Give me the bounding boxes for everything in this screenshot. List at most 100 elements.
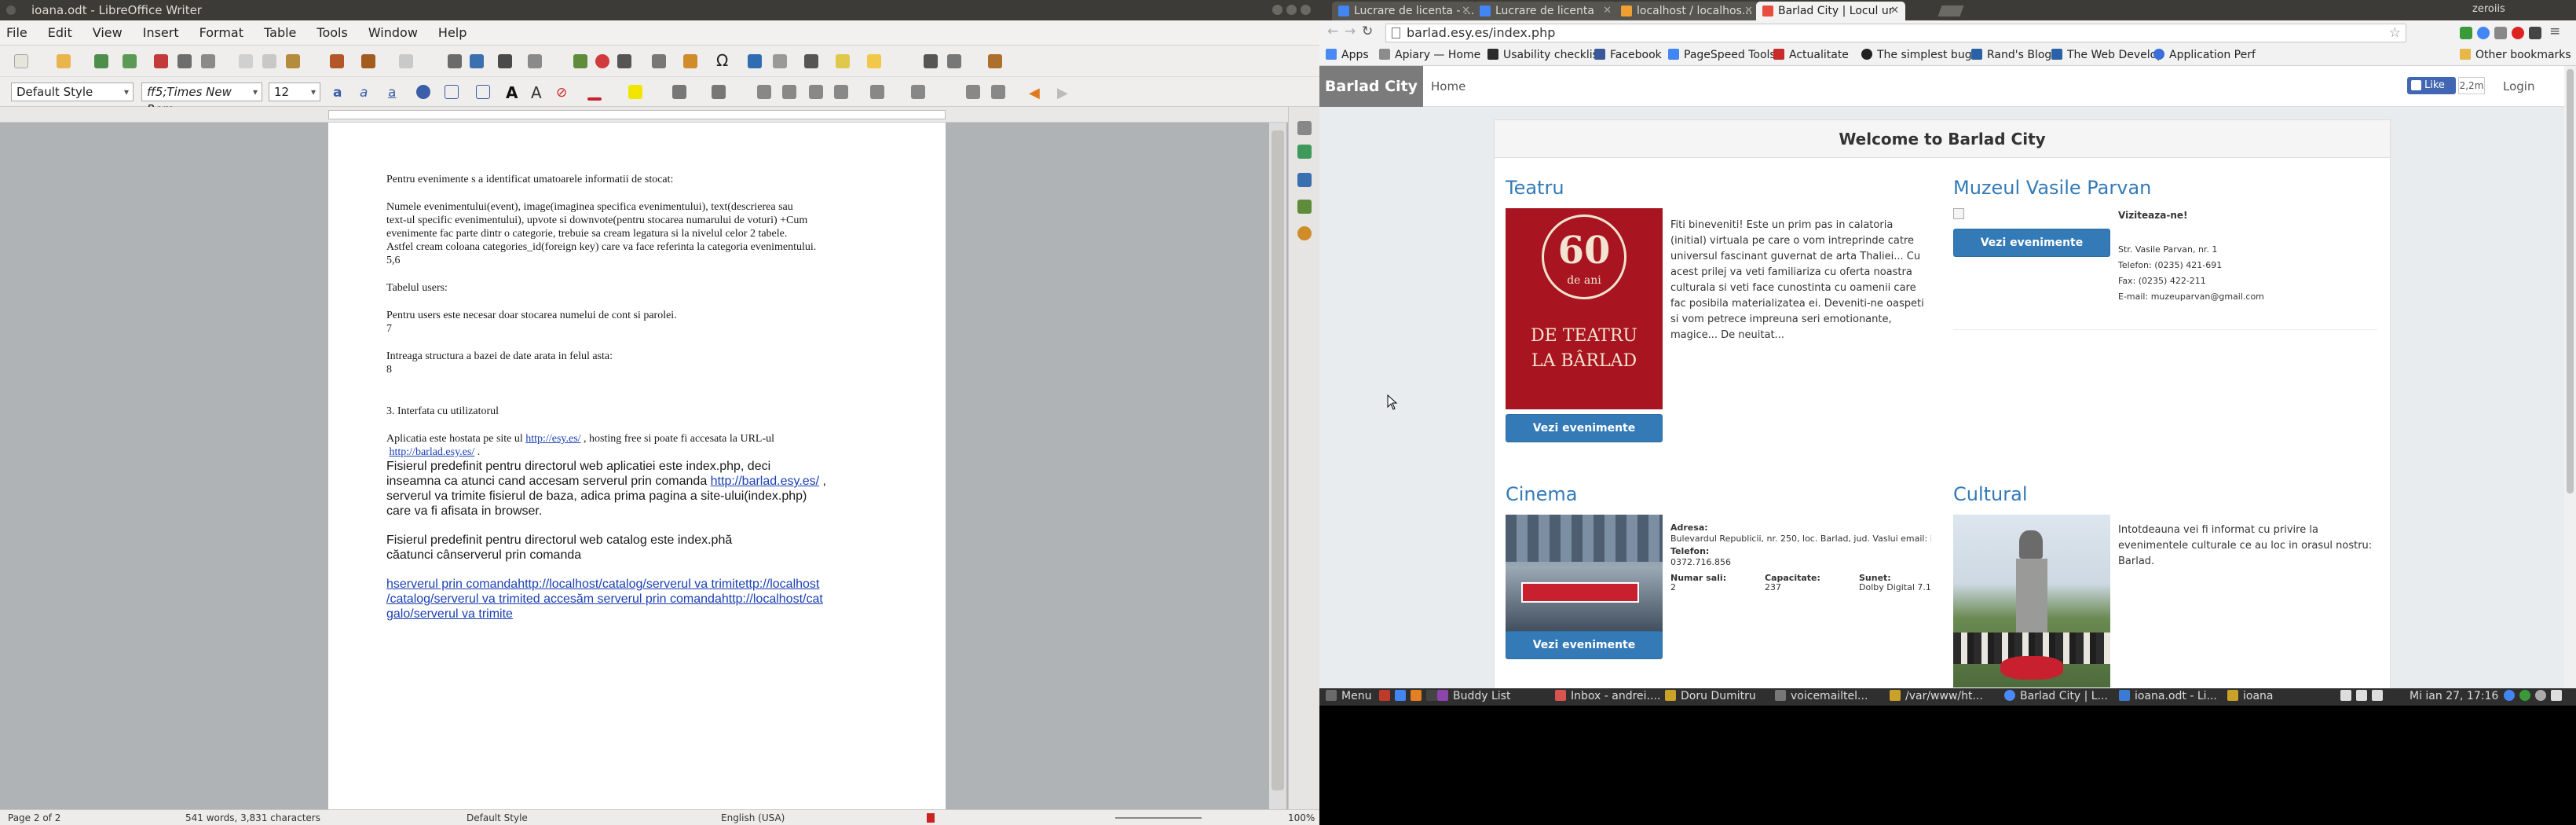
- menu-table[interactable]: Table: [264, 25, 296, 40]
- draw-functions-icon[interactable]: [988, 54, 1002, 68]
- muzeu-events-button[interactable]: Vezi evenimente: [1953, 229, 2110, 257]
- insert-textbox-icon[interactable]: [617, 54, 631, 68]
- bookmark-item[interactable]: PageSpeed Tools: [1668, 49, 1776, 61]
- bookmark-apps[interactable]: Apps: [1326, 49, 1369, 61]
- taskbar-item[interactable]: /var/www/ht...: [1890, 690, 1983, 702]
- open-folder-icon[interactable]: [57, 54, 71, 68]
- menu-format[interactable]: Format: [199, 25, 243, 40]
- taskbar-item[interactable]: Barlad City | L...: [2004, 690, 2108, 702]
- browser-tab-active[interactable]: Barlad City | Locul ur ✕: [1756, 2, 1905, 20]
- insert-comment-icon[interactable]: [804, 54, 818, 68]
- zoom-level[interactable]: 100%: [1288, 812, 1315, 823]
- sidebar-properties-icon[interactable]: [1297, 121, 1312, 135]
- font-name-select[interactable]: ff5;Times New Rom: [141, 82, 262, 116]
- opera-icon[interactable]: [2512, 27, 2524, 39]
- menu-view[interactable]: View: [93, 25, 123, 40]
- facebook-like-button[interactable]: Like: [2407, 77, 2456, 94]
- taskbar-item[interactable]: Doru Dumitru: [1665, 690, 1756, 702]
- save-icon[interactable]: [94, 54, 108, 68]
- insert-page-break-icon[interactable]: [652, 54, 666, 68]
- window-controls[interactable]: [1272, 5, 1312, 16]
- menu-edit[interactable]: Edit: [48, 25, 72, 40]
- back-icon[interactable]: ←: [1327, 24, 1338, 39]
- numbering-icon[interactable]: [712, 85, 726, 99]
- browser-tab[interactable]: Lucrare de licenta - ... ✕: [1332, 2, 1476, 20]
- menu-insert[interactable]: Insert: [143, 25, 179, 40]
- highlight-icon[interactable]: [628, 85, 642, 99]
- teatru-title[interactable]: Teatru: [1506, 177, 1564, 199]
- save-remote-icon[interactable]: [123, 54, 137, 68]
- bookmark-item[interactable]: Application Perf: [2153, 49, 2256, 61]
- horizontal-ruler[interactable]: [0, 107, 1288, 123]
- character-icon[interactable]: [416, 85, 430, 99]
- close-icon[interactable]: ✕: [1462, 2, 1470, 20]
- taskbar-item[interactable]: ioana: [2227, 690, 2274, 702]
- insert-hyperlink-icon[interactable]: [748, 54, 762, 68]
- taskbar-item[interactable]: Inbox - andrei....: [1555, 690, 1660, 702]
- menu-help[interactable]: Help: [438, 25, 467, 40]
- align-left-icon[interactable]: [757, 85, 771, 99]
- muzeu-title[interactable]: Muzeul Vasile Parvan: [1953, 177, 2151, 199]
- site-brand[interactable]: Barlad City: [1319, 66, 1423, 107]
- doc-link[interactable]: http://barlad.esy.es/: [390, 446, 475, 458]
- star-icon[interactable]: ☆: [2389, 24, 2401, 42]
- paragraph-spacing-icon[interactable]: [911, 85, 925, 99]
- page-style[interactable]: Default Style: [467, 812, 528, 823]
- other-bookmarks[interactable]: Other bookmarks: [2460, 49, 2571, 61]
- sidebar-styles-icon[interactable]: [1297, 145, 1312, 159]
- close-icon[interactable]: ✕: [1603, 2, 1612, 20]
- insert-table-icon[interactable]: [528, 54, 542, 68]
- close-icon[interactable]: ✕: [1890, 2, 1899, 20]
- bookmark-item[interactable]: The simplest bug: [1861, 49, 1972, 61]
- spellcheck-icon[interactable]: [470, 54, 484, 68]
- font-color-a-icon[interactable]: A: [506, 83, 520, 102]
- font-size-select[interactable]: 12: [269, 82, 320, 101]
- teatru-events-button[interactable]: Vezi evenimente: [1506, 414, 1663, 442]
- justify-icon[interactable]: [834, 85, 848, 99]
- menu-window[interactable]: Window: [368, 25, 418, 40]
- sidebar-navigator-icon[interactable]: [1297, 200, 1312, 214]
- undo-icon[interactable]: [361, 54, 375, 68]
- print-preview-icon[interactable]: [201, 54, 215, 68]
- special-character-icon[interactable]: Ω: [716, 53, 730, 68]
- align-center-icon[interactable]: [782, 85, 796, 99]
- extension-icon[interactable]: [2460, 27, 2472, 39]
- tray-icons[interactable]: [2340, 690, 2388, 702]
- redo-icon[interactable]: [399, 54, 413, 68]
- cultural-title[interactable]: Cultural: [1953, 483, 2028, 505]
- copy-icon[interactable]: [262, 54, 276, 68]
- draw-line-icon[interactable]: [924, 54, 938, 68]
- arrow-right-icon[interactable]: ▶: [1057, 85, 1071, 101]
- find-replace-icon[interactable]: [448, 54, 462, 68]
- cinema-title[interactable]: Cinema: [1506, 483, 1578, 505]
- doc-link[interactable]: http://barlad.esy.es/: [711, 475, 819, 488]
- start-menu[interactable]: Menu: [1326, 690, 1371, 702]
- insert-field-icon[interactable]: [683, 54, 697, 68]
- bookmark-item[interactable]: Apiary — Home: [1379, 49, 1480, 61]
- browser-scrollbar[interactable]: [2564, 66, 2576, 691]
- insert-image-icon[interactable]: [573, 54, 587, 68]
- close-icon[interactable]: [6, 6, 16, 15]
- doc-link[interactable]: http://esy.es/: [525, 433, 580, 445]
- page-indicator[interactable]: Page 2 of 2: [8, 812, 60, 823]
- underline-icon[interactable]: a: [388, 85, 402, 101]
- extension-icon[interactable]: [2477, 27, 2490, 39]
- clone-formatting-icon[interactable]: [330, 54, 344, 68]
- bookmark-item[interactable]: Usability checklis: [1487, 49, 1598, 61]
- nav-home[interactable]: Home: [1431, 66, 1465, 107]
- bookmark-item[interactable]: Actualitate: [1773, 49, 1849, 61]
- sidebar-functions-icon[interactable]: [1297, 226, 1312, 240]
- clock[interactable]: Mi ian 27, 17:16: [2410, 690, 2498, 702]
- line-spacing-icon[interactable]: [870, 85, 884, 99]
- taskbar-item[interactable]: Buddy List: [1437, 690, 1510, 702]
- print-icon[interactable]: [177, 54, 192, 68]
- new-tab-button[interactable]: [1937, 6, 1964, 16]
- menu-icon[interactable]: ≡: [2549, 24, 2560, 39]
- language[interactable]: English (USA): [721, 812, 785, 823]
- close-icon[interactable]: ✕: [1744, 2, 1753, 20]
- italic-icon[interactable]: a: [360, 85, 374, 101]
- menu-tools[interactable]: Tools: [317, 25, 347, 40]
- zoom-slider[interactable]: [1115, 817, 1202, 819]
- forward-icon[interactable]: →: [1345, 24, 1356, 39]
- align-right-icon[interactable]: [809, 85, 823, 99]
